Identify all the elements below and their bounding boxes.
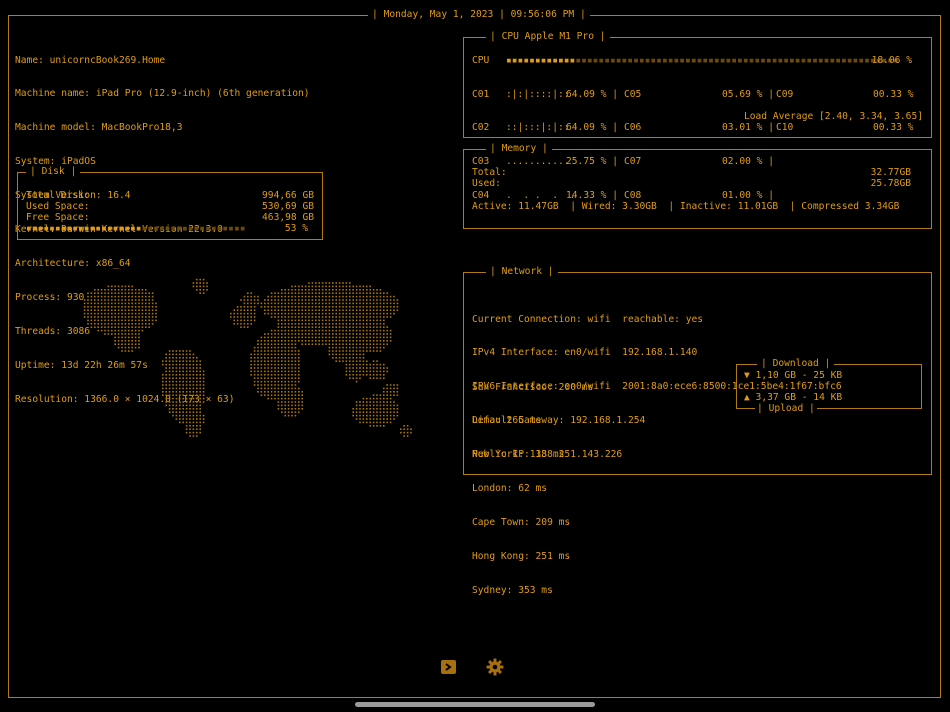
network-current-connection: Current Connection: wifi reachable: yes xyxy=(472,313,704,325)
ping-london: London: 62 ms xyxy=(472,483,548,495)
disk-used-value: 530,69 GB xyxy=(262,201,314,212)
memory-panel: | Memory | Total: 32.77GB Used: 25.78GB … xyxy=(463,143,932,229)
cpu-label: CPU xyxy=(472,55,490,66)
system-info-architecture: Architecture: x86_64 xyxy=(15,257,131,269)
disk-panel: | Disk | Total Disk: 994,66 GB Used Spac… xyxy=(17,166,323,240)
datetime-header: | Monday, May 1, 2023 | 09:56:06 PM | xyxy=(368,9,590,22)
disk-free-label: Free Space: xyxy=(26,212,90,223)
disk-title: | Disk | xyxy=(26,166,81,178)
home-indicator[interactable] xyxy=(355,702,595,707)
network-panel: | Network | Current Connection: wifi rea… xyxy=(463,266,932,596)
memory-active: Active: 11.47GB xyxy=(472,201,559,212)
datetime-text: Monday, May 1, 2023 | 09:56:06 PM xyxy=(383,9,575,20)
memory-inactive: Inactive: 11.01GB xyxy=(679,201,779,212)
upload-value: ▲ 3,37 GB - 14 KB xyxy=(744,392,843,403)
network-title: | Network | xyxy=(486,266,558,278)
memory-title: | Memory | xyxy=(486,143,552,155)
cpu-usage-bar: ▪▪▪▪▪▪▪▪▪▪▪▪▪▪▪▪▪▪▪▪▪▪▪▪▪▪▪▪▪▪▪▪▪▪▪▪▪▪▪▪… xyxy=(506,55,899,66)
ping-san-francisco: San Francisco: 200 ms xyxy=(472,381,594,393)
disk-total-value: 994,66 GB xyxy=(262,190,314,201)
system-info-name: Name: unicorncBook269.Home xyxy=(15,54,166,66)
system-info-machine-model: Machine model: MacBookPro18,3 xyxy=(15,122,183,134)
ping-cape-town: Cape Town: 209 ms xyxy=(472,517,571,529)
cpu-panel: | CPU Apple M1 Pro | CPU ▪▪▪▪▪▪▪▪▪▪▪▪▪▪▪… xyxy=(463,31,932,201)
cpu-title: | CPU Apple M1 Pro | xyxy=(486,31,610,43)
cpu-load-average: Load Average [2.40, 3.34, 3.65] xyxy=(743,111,923,122)
download-title: | Download | xyxy=(757,358,835,370)
transfer-panel: | Download | ▼ 1,10 GB - 25 KB ▲ 3,37 GB… xyxy=(736,358,922,415)
disk-total-label: Total Disk: xyxy=(26,190,90,201)
system-info-machine-name: Machine name: iPad Pro (12.9-inch) (6th … xyxy=(15,88,310,100)
disk-used-label: Used Space: xyxy=(26,201,90,212)
upload-title: | Upload | xyxy=(755,403,817,415)
memory-breakdown: Active: 11.47GB | Wired: 3.30GB | Inacti… xyxy=(472,201,900,212)
ping-new-york: New York: 133 ms xyxy=(472,449,565,461)
terminal-icon[interactable] xyxy=(440,658,458,676)
ping-hong-kong: Hong Kong: 251 ms xyxy=(472,551,571,563)
gear-icon[interactable] xyxy=(486,658,504,676)
memory-used-label: Used: xyxy=(472,178,501,189)
disk-usage-bar: ▪▪▪▪▪▪▪▪▪▪▪▪▪▪▪▪▪▪▪▪▪▪▪▪▪▪▪▪▪▪▪▪▪▪▪▪▪▪ xyxy=(26,223,246,234)
memory-total-value: 32.77GB xyxy=(870,167,911,178)
memory-used-value: 25.78GB xyxy=(870,178,911,189)
cpu-total-percent: 18.06 % xyxy=(871,55,912,66)
network-pings: San Francisco: 200 ms Lima: 265 ms New Y… xyxy=(472,359,593,619)
download-value: ▼ 1,10 GB - 25 KB xyxy=(744,370,843,381)
memory-wired: Wired: 3.30GB xyxy=(581,201,657,212)
world-map xyxy=(83,278,412,437)
ping-sydney: Sydney: 353 ms xyxy=(472,584,553,596)
memory-compressed: Compressed 3.34GB xyxy=(801,201,900,212)
ping-lima: Lima: 265 ms xyxy=(472,415,542,427)
disk-usage-percent: 53 % xyxy=(284,223,308,234)
disk-free-value: 463,98 GB xyxy=(262,212,314,223)
memory-total-label: Total: xyxy=(472,167,507,178)
